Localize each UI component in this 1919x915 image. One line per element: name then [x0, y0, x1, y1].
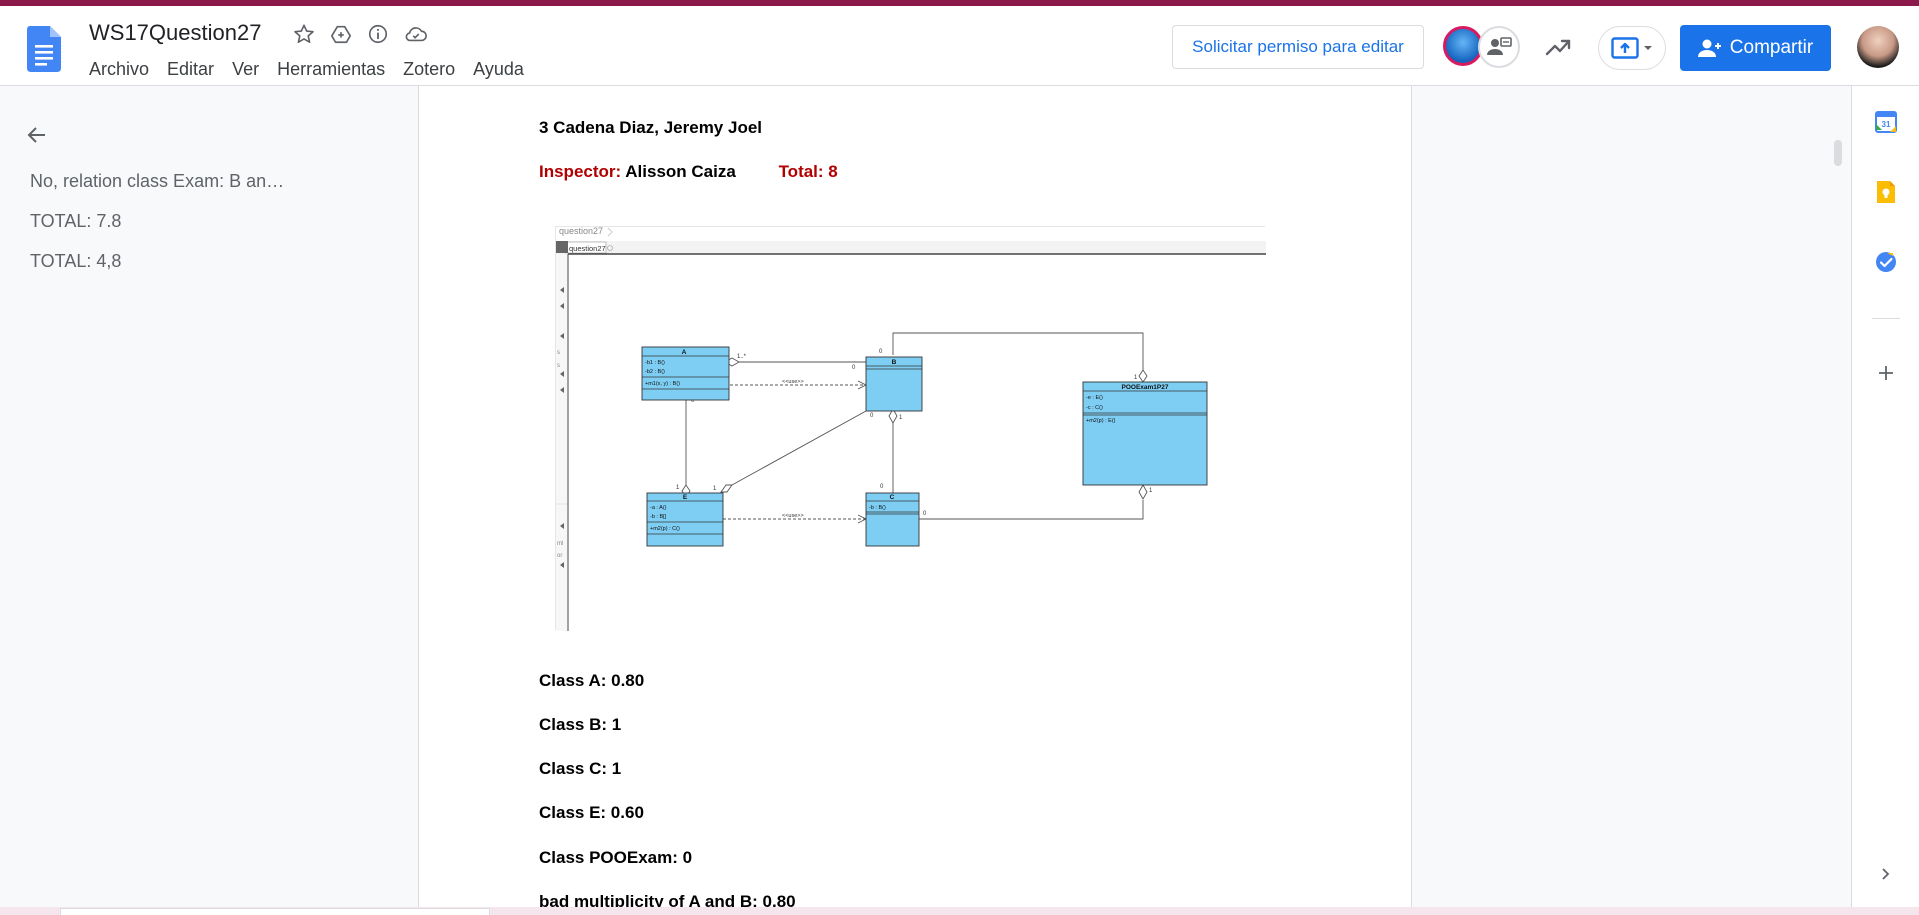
inspector-line: Inspector: Alisson Caiza Total: 8: [539, 162, 838, 182]
use-dependency-label: <<use>>: [782, 379, 804, 385]
side-panel: [1852, 86, 1919, 915]
class-attribute: -a : A(): [650, 505, 667, 511]
side-panel-separator: [1872, 318, 1900, 319]
uml-diagram-image[interactable]: question27 question27 s s ml or <<use>> …: [555, 226, 1266, 631]
keep-icon[interactable]: [1872, 178, 1900, 206]
outline-item[interactable]: TOTAL: 7.8: [30, 211, 121, 232]
document-page[interactable]: 3 Cadena Diaz, Jeremy Joel Inspector: Al…: [418, 86, 1412, 915]
grade-line: Class POOExam: 0: [539, 848, 693, 867]
uml-class-b: B: [865, 356, 923, 412]
class-operation: +m1(x, y) : B(): [645, 381, 680, 387]
star-icon[interactable]: [290, 20, 318, 48]
activity-trend-icon[interactable]: [1541, 30, 1575, 64]
account-avatar[interactable]: [1857, 26, 1899, 68]
uml-class-pooexam: POOExam1P27 -e : E() -c : C() +m2(p) : E…: [1082, 381, 1208, 486]
class-a-name: A: [682, 349, 687, 356]
tasks-icon[interactable]: [1872, 248, 1900, 276]
uml-class-c: C -b : B(): [865, 492, 920, 547]
cloud-status-icon[interactable]: [402, 20, 430, 48]
inspector-label: Inspector:: [539, 162, 622, 181]
inspector-name: Alisson Caiza: [625, 162, 736, 181]
menu-bar: Archivo Editar Ver Herramientas Zotero A…: [80, 56, 533, 83]
docs-app: WS17Question27 Archivo Editar Ver Herram…: [0, 0, 1919, 915]
chevron-down-icon: [1644, 46, 1652, 50]
class-attribute: -e : E(): [1086, 395, 1103, 401]
share-button[interactable]: Compartir: [1680, 25, 1831, 71]
grade-line: Class C: 1: [539, 759, 622, 778]
multiplicity-label: 1..*: [737, 354, 747, 360]
class-attribute: -b1 : B(): [645, 360, 665, 366]
scrollbar-thumb[interactable]: [1834, 140, 1842, 166]
student-line: 3 Cadena Diaz, Jeremy Joel: [539, 118, 763, 137]
class-attribute: -b : B(): [869, 505, 886, 511]
add-person-icon: [1697, 39, 1721, 57]
svg-text:s: s: [557, 363, 560, 369]
class-e-name: E: [683, 494, 688, 501]
class-attribute: -b2 : B(): [645, 369, 665, 375]
use-dependency-label: <<use>>: [782, 513, 804, 519]
present-button[interactable]: [1598, 26, 1666, 70]
diagram-breadcrumb: question27: [559, 227, 603, 236]
add-addon-icon[interactable]: [1872, 359, 1900, 387]
uml-class-a: A -b1 : B() -b2 : B() +m1(x, y) : B(): [641, 346, 730, 401]
outline-item[interactable]: No, relation class Exam: B an…: [30, 171, 284, 192]
menu-archivo[interactable]: Archivo: [80, 56, 158, 83]
grade-line: Class E: 0.60: [539, 803, 644, 822]
class-attribute: -c : C(): [1086, 405, 1103, 411]
request-edit-button[interactable]: Solicitar permiso para editar: [1172, 25, 1424, 69]
svg-text:s: s: [557, 350, 560, 356]
docs-logo-icon[interactable]: [27, 26, 61, 72]
header: WS17Question27 Archivo Editar Ver Herram…: [0, 6, 1919, 86]
class-c-name: C: [890, 494, 895, 501]
info-icon[interactable]: [364, 20, 392, 48]
collaborator-avatar[interactable]: [1443, 26, 1483, 66]
grade-line: Class A: 0.80: [539, 671, 645, 690]
grade-line: Class B: 1: [539, 715, 622, 734]
calendar-icon[interactable]: 31: [1872, 108, 1900, 136]
uml-class-e: E -a : A() -b : B[] +m2(p) : C(): [646, 492, 724, 547]
class-operation: +m2(p) : E(): [1086, 418, 1116, 424]
total-label: Total: 8: [778, 162, 838, 181]
view-only-icon[interactable]: [1478, 26, 1520, 68]
outline-item[interactable]: TOTAL: 4,8: [30, 251, 121, 272]
chevron-right-icon[interactable]: [1872, 860, 1900, 888]
class-operation: +m2(p) : C(): [650, 526, 680, 532]
svg-text:ml: ml: [557, 541, 563, 547]
present-icon: [1611, 37, 1639, 59]
back-arrow-icon[interactable]: [22, 120, 52, 150]
class-poo-name: POOExam1P27: [1122, 384, 1169, 391]
bottom-tab[interactable]: [60, 908, 490, 915]
menu-zotero[interactable]: Zotero: [394, 56, 464, 83]
share-button-label: Compartir: [1729, 37, 1814, 58]
menu-editar[interactable]: Editar: [158, 56, 223, 83]
diagram-tab: question27: [569, 244, 606, 253]
menu-herramientas[interactable]: Herramientas: [268, 56, 394, 83]
move-to-drive-icon[interactable]: [327, 20, 355, 48]
doc-title[interactable]: WS17Question27: [89, 20, 261, 46]
svg-text:or: or: [557, 553, 562, 559]
class-b-name: B: [892, 359, 897, 366]
menu-ver[interactable]: Ver: [223, 56, 268, 83]
svg-text:31: 31: [1882, 120, 1891, 129]
class-attribute: -b : B[]: [650, 514, 667, 520]
menu-ayuda[interactable]: Ayuda: [464, 56, 533, 83]
